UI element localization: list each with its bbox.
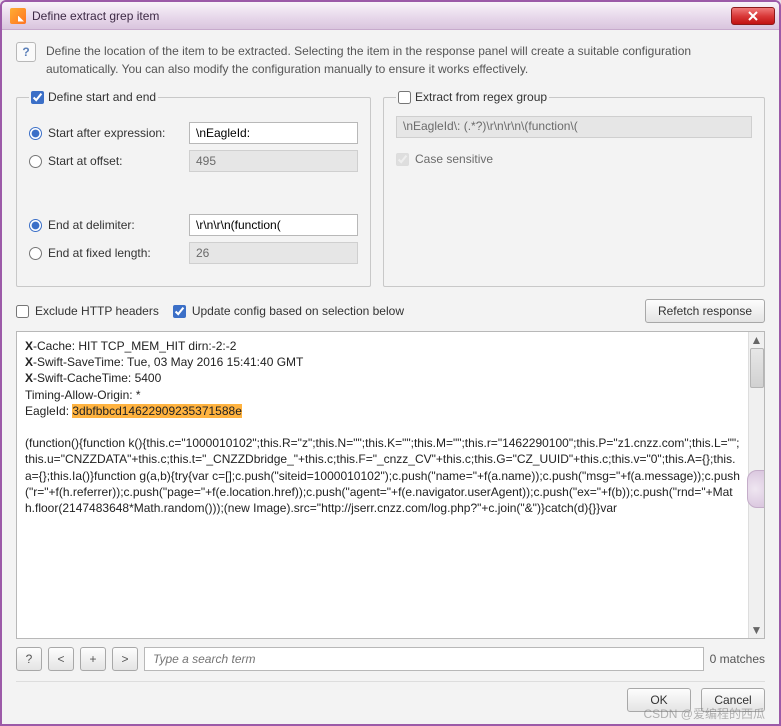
scrollbar[interactable]: ▲ ▼ <box>748 332 764 638</box>
resp-l1a: X <box>25 339 33 353</box>
cancel-label: Cancel <box>714 693 751 707</box>
start-at-offset-input[interactable] <box>29 155 42 168</box>
resp-l3b: -Swift-CacheTime: 5400 <box>33 371 161 385</box>
footer: OK Cancel <box>16 681 765 712</box>
start-after-expression-input[interactable] <box>29 127 42 140</box>
end-at-delimiter-radio[interactable]: End at delimiter: <box>29 218 189 232</box>
end-at-delimiter-field[interactable] <box>189 214 358 236</box>
resp-l1b: -Cache: HIT TCP_MEM_HIT dirn:-2:-2 <box>33 339 236 353</box>
help-icon[interactable]: ? <box>16 42 36 62</box>
start-at-offset-field <box>189 150 358 172</box>
extract-regex-checkbox[interactable] <box>398 91 411 104</box>
scroll-up-icon[interactable]: ▲ <box>749 332 764 348</box>
search-prev-button[interactable]: < <box>48 647 74 671</box>
panels: Define start and end Start after express… <box>16 90 765 287</box>
end-at-delimiter-input[interactable] <box>29 219 42 232</box>
resp-l2b: -Swift-SaveTime: Tue, 03 May 2016 15:41:… <box>33 355 303 369</box>
end-at-fixed-length-field <box>189 242 358 264</box>
extract-regex-label: Extract from regex group <box>415 90 547 104</box>
search-row: ? < + > 0 matches <box>16 647 765 671</box>
update-config-checkbox[interactable] <box>173 305 186 318</box>
ok-button[interactable]: OK <box>627 688 691 712</box>
start-after-expression-field[interactable] <box>189 122 358 144</box>
close-icon <box>748 11 758 21</box>
response-panel[interactable]: X-Cache: HIT TCP_MEM_HIT dirn:-2:-2 X-Sw… <box>16 331 765 639</box>
define-start-end-checkbox[interactable] <box>31 91 44 104</box>
refetch-response-button[interactable]: Refetch response <box>645 299 765 323</box>
end-at-fixed-length-input[interactable] <box>29 247 42 260</box>
case-sensitive-checkbox <box>396 153 409 166</box>
intro-text: Define the location of the item to be ex… <box>46 42 765 78</box>
match-count: 0 matches <box>710 652 765 666</box>
exclude-http-checkbox[interactable] <box>16 305 29 318</box>
resp-l5a: EagleId: <box>25 404 72 418</box>
intro-row: ? Define the location of the item to be … <box>16 42 765 78</box>
close-button[interactable] <box>731 7 775 25</box>
titlebar: Define extract grep item <box>2 2 779 30</box>
extract-regex-legend[interactable]: Extract from regex group <box>398 90 547 104</box>
end-at-delimiter-label: End at delimiter: <box>48 218 135 232</box>
window-title: Define extract grep item <box>32 9 159 23</box>
options-row: Exclude HTTP headers Update config based… <box>16 299 765 323</box>
regex-field: \nEagleId\: (.*?)\r\n\r\n\(function\( <box>396 116 752 138</box>
resp-l3a: X <box>25 371 33 385</box>
end-at-fixed-length-label: End at fixed length: <box>48 246 151 260</box>
start-after-expression-label: Start after expression: <box>48 126 165 140</box>
case-sensitive-label: Case sensitive <box>415 152 493 166</box>
exclude-http-headers[interactable]: Exclude HTTP headers <box>16 304 159 318</box>
search-next-button[interactable]: > <box>112 647 138 671</box>
end-at-fixed-length-radio[interactable]: End at fixed length: <box>29 246 189 260</box>
start-at-offset-label: Start at offset: <box>48 154 122 168</box>
cancel-button[interactable]: Cancel <box>701 688 765 712</box>
start-at-offset-radio[interactable]: Start at offset: <box>29 154 189 168</box>
resp-l4: Timing-Allow-Origin: * <box>25 387 740 403</box>
update-config-label: Update config based on selection below <box>192 304 404 318</box>
define-start-end-panel: Define start and end Start after express… <box>16 90 371 287</box>
ok-label: OK <box>650 693 667 707</box>
app-icon <box>10 8 26 24</box>
dialog-window: Define extract grep item ? Define the lo… <box>0 0 781 726</box>
scroll-grip-icon[interactable] <box>747 470 765 508</box>
refetch-label: Refetch response <box>658 304 752 318</box>
scroll-thumb[interactable] <box>750 348 764 388</box>
start-after-expression-radio[interactable]: Start after expression: <box>29 126 189 140</box>
scroll-down-icon[interactable]: ▼ <box>749 622 764 638</box>
resp-body: (function(){function k(){this.c="1000010… <box>25 435 740 516</box>
extract-regex-panel: Extract from regex group \nEagleId\: (.*… <box>383 90 765 287</box>
response-text[interactable]: X-Cache: HIT TCP_MEM_HIT dirn:-2:-2 X-Sw… <box>17 332 748 638</box>
define-start-end-legend[interactable]: Define start and end <box>31 90 156 104</box>
exclude-http-label: Exclude HTTP headers <box>35 304 159 318</box>
search-input[interactable] <box>144 647 704 671</box>
dialog-body: ? Define the location of the item to be … <box>2 30 779 724</box>
search-help-button[interactable]: ? <box>16 647 42 671</box>
update-config-on-selection[interactable]: Update config based on selection below <box>173 304 404 318</box>
resp-l2a: X <box>25 355 33 369</box>
define-start-end-label: Define start and end <box>48 90 156 104</box>
highlighted-match[interactable]: 3dbfbbcd14622909235371588e <box>72 404 242 418</box>
search-add-button[interactable]: + <box>80 647 106 671</box>
